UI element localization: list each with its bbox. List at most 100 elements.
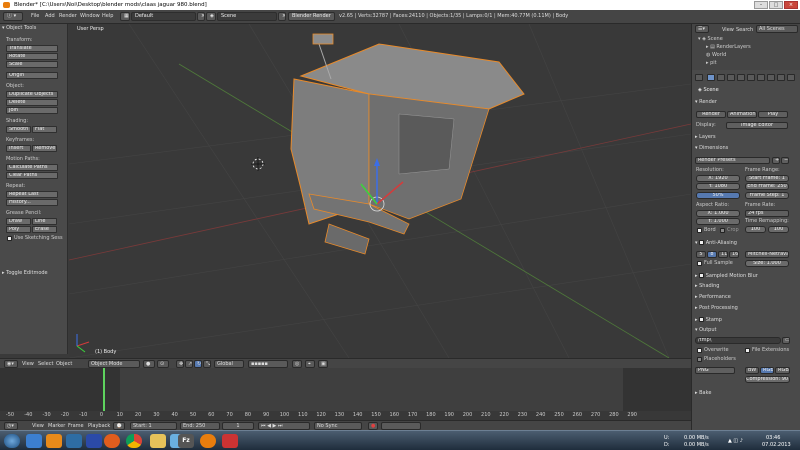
aa-samples-5[interactable]: 5 [696, 251, 706, 258]
menu-view[interactable]: View [22, 361, 34, 367]
texture-tab-icon[interactable] [787, 74, 795, 81]
layers-panel-header[interactable]: ▸ Layers [695, 134, 716, 141]
menu-window[interactable]: Window [80, 13, 100, 20]
animation-button[interactable]: Animation [727, 111, 757, 118]
post-processing-panel-header[interactable]: ▸ Post Processing [695, 305, 738, 312]
outliner-filter-select[interactable]: All Scenes [756, 25, 798, 33]
menu-render[interactable]: Render [59, 13, 77, 20]
proportional-edit-icon[interactable]: ◎ [292, 360, 302, 368]
file-extensions-checkbox[interactable] [745, 348, 750, 353]
render-preview-icon[interactable]: ▣ [318, 360, 328, 368]
record-icon[interactable]: ● [368, 422, 378, 430]
close-scene-button[interactable]: × [278, 12, 286, 21]
clock-time[interactable]: 03:46 [766, 435, 780, 441]
smooth-button[interactable]: Smooth [6, 126, 31, 133]
origin-button[interactable]: Origin [6, 72, 58, 79]
daemon-tools-icon[interactable] [222, 434, 238, 448]
menu-marker[interactable]: Marker [48, 423, 65, 429]
scene-icon[interactable]: ◈ [206, 12, 216, 21]
chrome-icon[interactable] [126, 434, 142, 448]
frame-step-field[interactable]: Frame Step: 1 [745, 192, 789, 199]
menu-object[interactable]: Object [56, 361, 72, 367]
output-panel-header[interactable]: ▾ Output [695, 327, 716, 334]
draw-button[interactable]: Draw [6, 218, 31, 225]
color-rgb-button[interactable]: RGB [760, 367, 774, 374]
object-tools-header[interactable]: ▾ Object Tools [2, 25, 36, 31]
render-tab-icon[interactable] [707, 74, 715, 81]
outliner-item-scene[interactable]: ▾ ◈ Scene [698, 36, 723, 42]
firefox-icon[interactable] [104, 434, 120, 448]
3d-cursor-icon[interactable] [251, 157, 265, 171]
translate-manipulator-icon[interactable]: ↗ [185, 360, 193, 368]
render-presets-select[interactable]: Render Presets [695, 157, 770, 164]
start-frame-prop-field[interactable]: Start Frame: 1 [745, 175, 789, 182]
pivot-point-icon[interactable]: ⊙ [157, 360, 169, 368]
scale-button[interactable]: Scale [6, 61, 58, 68]
minimize-button[interactable]: – [754, 1, 768, 9]
calculate-paths-button[interactable]: Calculate Paths [6, 164, 58, 171]
object-tab-icon[interactable] [737, 74, 745, 81]
current-frame-field[interactable]: 1 [222, 422, 254, 430]
dimensions-panel-header[interactable]: ▾ Dimensions [695, 145, 728, 152]
placeholders-checkbox[interactable] [697, 357, 702, 362]
compression-field[interactable]: Compression: 90% [745, 376, 790, 383]
media-icon[interactable] [86, 434, 102, 448]
file-format-select[interactable]: PNG [695, 367, 735, 374]
resolution-x-field[interactable]: X: 1920 [696, 175, 740, 182]
scene-field[interactable]: Scene [217, 12, 277, 21]
color-bw-button[interactable]: BW [745, 367, 759, 374]
screen-layout-field[interactable]: Default [131, 12, 196, 21]
bake-panel-header[interactable]: ▸ Bake [695, 390, 711, 397]
editor-type-outliner[interactable]: ☰▾ [695, 25, 709, 33]
erase-button[interactable]: Erase [32, 226, 57, 233]
editor-type-timeline[interactable]: ◷▾ [4, 422, 18, 430]
display-select[interactable]: Image Editor [726, 122, 788, 129]
duplicate-objects-button[interactable]: Duplicate Objects [6, 91, 58, 98]
aa-samples-8[interactable]: 8 [707, 251, 717, 258]
vlc-icon[interactable] [46, 434, 62, 448]
3d-viewport[interactable]: User Persp (1) Body [69, 24, 691, 358]
stamp-panel-header[interactable]: ▸ Stamp [695, 316, 722, 324]
tray-icons[interactable]: ▲ ◫ ♪ [728, 438, 743, 444]
repeat-last-button[interactable]: Repeat Last [6, 191, 58, 198]
toggle-editmode-header[interactable]: ▸ Toggle Editmode [2, 270, 48, 276]
aspect-x-field[interactable]: X: 1.000 [696, 210, 740, 217]
world-tab-icon[interactable] [727, 74, 735, 81]
close-button[interactable]: × [784, 1, 798, 9]
layer-buttons[interactable]: ▪▪▪▪▪ [248, 360, 288, 368]
snap-icon[interactable]: ⌖ [305, 360, 315, 368]
remap-new-field[interactable]: 100 [768, 226, 789, 233]
rotate-button[interactable]: Rotate [6, 53, 58, 60]
aa-filter-select[interactable]: Mitchell-Netravali [745, 251, 789, 258]
constraints-tab-icon[interactable] [747, 74, 755, 81]
resolution-y-field[interactable]: Y: 1080 [696, 183, 740, 190]
border-checkbox[interactable] [697, 228, 702, 233]
stamp-checkbox[interactable] [699, 317, 705, 322]
render-engine-select[interactable]: Blender Render [288, 12, 335, 21]
viewport-canvas[interactable] [69, 24, 691, 358]
output-path-field[interactable]: /tmp\ [695, 337, 781, 344]
manipulator-icon[interactable]: ✥ [176, 360, 184, 368]
delete-button[interactable]: Delete [6, 99, 58, 106]
menu-select[interactable]: Select [38, 361, 53, 367]
internet-explorer-icon[interactable] [26, 434, 42, 448]
menu-help[interactable]: Help [102, 13, 113, 20]
remove-preset-button[interactable]: − [781, 157, 789, 164]
object-mode-select[interactable]: Object Mode [88, 360, 140, 368]
keying-set-field[interactable] [381, 422, 421, 430]
scale-manipulator-icon[interactable]: ⤡ [203, 360, 211, 368]
full-sample-checkbox[interactable] [697, 261, 702, 266]
translate-button[interactable]: Translate [6, 45, 58, 52]
menu-file[interactable]: File [31, 13, 39, 20]
end-frame-prop-field[interactable]: End Frame: 250 [745, 183, 789, 190]
render-panel-header[interactable]: ▾ Render [695, 99, 717, 106]
menu-add[interactable]: Add [45, 13, 55, 20]
media-player-icon[interactable] [66, 434, 82, 448]
sketching-session-checkbox[interactable] [7, 236, 12, 241]
preview-range-icon[interactable]: ⌚ [113, 422, 125, 430]
resolution-percent-field[interactable]: 50% [696, 192, 740, 199]
join-button[interactable]: Join [6, 107, 58, 114]
render-button[interactable]: Render [696, 111, 726, 118]
aa-samples-16[interactable]: 16 [729, 251, 739, 258]
end-frame-field[interactable]: End: 250 [180, 422, 220, 430]
